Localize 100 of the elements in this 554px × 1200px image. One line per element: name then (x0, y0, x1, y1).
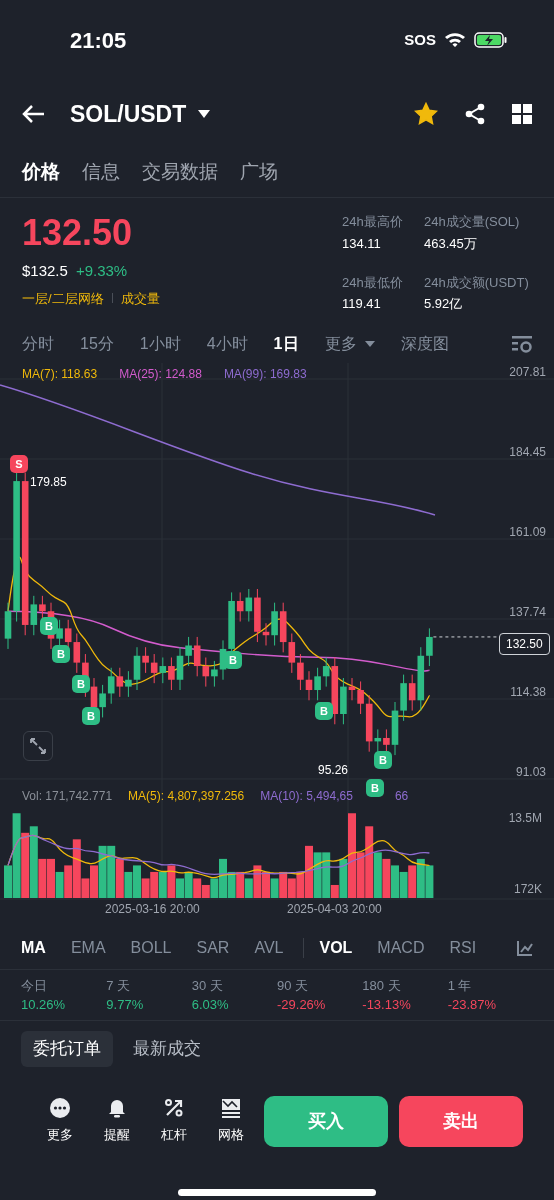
return-value: -29.26% (277, 996, 327, 1014)
volume-bar (399, 871, 408, 898)
caret-icon (364, 341, 375, 347)
grid-chart-icon (220, 1097, 243, 1120)
order-tab[interactable]: 最新成交 (121, 1031, 213, 1067)
interval-tab[interactable]: 15分 (80, 332, 114, 356)
ma-legend: MA(25): 124.88 (119, 365, 202, 383)
volume-bar (425, 865, 434, 898)
volume-bar (279, 871, 288, 898)
tab[interactable]: 信息 (82, 158, 120, 187)
more-icon (48, 1097, 71, 1120)
date-axis-label: 2025-04-03 20:00 (287, 901, 382, 918)
grid-icon (512, 104, 532, 124)
indicator-tab[interactable]: MA (21, 935, 46, 960)
layout-button[interactable] (512, 104, 532, 124)
back-button[interactable] (22, 104, 46, 124)
indicator-tab[interactable]: SAR (196, 935, 230, 960)
indicator-tab[interactable]: RSI (449, 935, 477, 960)
stat-label: 24h成交量(SOL) (424, 213, 521, 231)
expand-icon (30, 738, 46, 754)
trade-marker: B (82, 707, 100, 725)
action-button[interactable]: 杠杆 (145, 1097, 203, 1145)
indicator-tab[interactable]: BOLL (130, 935, 172, 960)
settings-icon (512, 335, 532, 353)
return-period: 180 天 (362, 976, 402, 995)
action-button[interactable]: 更多 (31, 1097, 89, 1145)
indicator-tab[interactable]: MACD (377, 935, 425, 960)
chart-settings-button[interactable] (512, 335, 532, 353)
trade-marker: S (10, 455, 28, 473)
high-label: 179.85 (30, 474, 67, 491)
volume-axis-label: 172K (513, 881, 542, 898)
interval-tab[interactable]: 4小时 (206, 332, 248, 356)
battery-icon (474, 32, 508, 48)
stat-label: 24h成交额(USDT) (424, 273, 530, 292)
return-period: 90 天 (277, 976, 310, 995)
last-price: 132.50 (22, 212, 134, 254)
volume-bar (416, 858, 425, 898)
volume-legend: MA(10): 5,494,65 (260, 787, 353, 805)
stat-value: 463.45万 (424, 234, 478, 253)
sell-button[interactable]: 卖出 (398, 1095, 523, 1147)
volume-legend: MA(5): 4,807,397.256 (128, 787, 245, 805)
volume-axis-label: 13.5M (508, 810, 542, 827)
ma-legend: MA(7): 118.63 (22, 365, 98, 383)
volume-bar (313, 852, 322, 898)
favorite-button[interactable] (414, 102, 438, 126)
interval-tab[interactable]: 深度图 (400, 332, 449, 356)
volume-bar (270, 878, 279, 898)
volume-legend: 66 (394, 787, 409, 805)
volume-legend: Vol: 171,742.771 (22, 787, 113, 805)
category-tag[interactable]: 一层/二层网络 (22, 288, 104, 308)
volume-bar (184, 871, 193, 898)
usd-price: $132.5 (22, 261, 68, 281)
volume-bar (150, 871, 159, 898)
volume-bar (107, 845, 116, 898)
price-change: +9.33% (75, 261, 128, 281)
ma-legend: MA(99): 169.83 (223, 365, 307, 383)
order-tab[interactable]: 委托订单 (21, 1031, 113, 1067)
action-button[interactable]: 提醒 (88, 1097, 146, 1145)
price-axis-label: 91.03 (515, 763, 546, 781)
fullscreen-button[interactable] (23, 731, 53, 761)
return-period: 今日 (21, 976, 48, 995)
trade-marker: B (52, 645, 70, 663)
tab[interactable]: 价格 (22, 158, 60, 187)
volume-bar (287, 878, 296, 898)
pair-selector[interactable]: SOL/USDT (70, 96, 211, 132)
indicator-tab[interactable]: EMA (70, 935, 106, 960)
trade-marker: B (374, 751, 392, 769)
trade-marker: B (315, 702, 333, 720)
back-arrow-icon (22, 104, 46, 124)
stat-label: 24h最低价 (342, 273, 404, 292)
category-tag[interactable]: 成交量 (120, 288, 160, 308)
star-icon (414, 102, 438, 126)
current-price-tag: 132.50 (499, 633, 550, 655)
volume-bar (382, 858, 391, 898)
tab[interactable]: 广场 (240, 158, 278, 187)
price-axis-label: 137.74 (509, 604, 546, 621)
volume-bar (236, 871, 245, 898)
tab[interactable]: 交易数据 (142, 158, 218, 187)
volume-bar (408, 865, 417, 898)
trade-marker: B (72, 675, 90, 693)
interval-tab[interactable]: 分时 (22, 332, 54, 356)
share-button[interactable] (464, 103, 486, 125)
indicator-settings-button[interactable] (517, 939, 533, 956)
volume-bar (193, 878, 202, 898)
volume-bar (158, 871, 167, 898)
volume-bar (201, 884, 210, 898)
interval-tab[interactable]: 1日 (273, 332, 299, 356)
indicator-tab[interactable]: AVL (254, 935, 284, 960)
interval-tab[interactable]: 更多 (324, 332, 375, 356)
return-period: 30 天 (191, 976, 224, 995)
status-time: 21:05 (70, 26, 127, 55)
indicator-tab[interactable]: VOL (319, 935, 353, 960)
action-button[interactable]: 网格 (202, 1097, 260, 1145)
return-period: 7 天 (106, 976, 132, 995)
interval-tab[interactable]: 1小时 (139, 332, 181, 356)
date-axis-label: 2025-03-16 20:00 (105, 901, 200, 918)
return-value: -23.87% (447, 996, 498, 1014)
return-value: 6.03% (191, 996, 230, 1014)
stat-value: 5.92亿 (424, 295, 464, 313)
share-icon (464, 103, 486, 125)
